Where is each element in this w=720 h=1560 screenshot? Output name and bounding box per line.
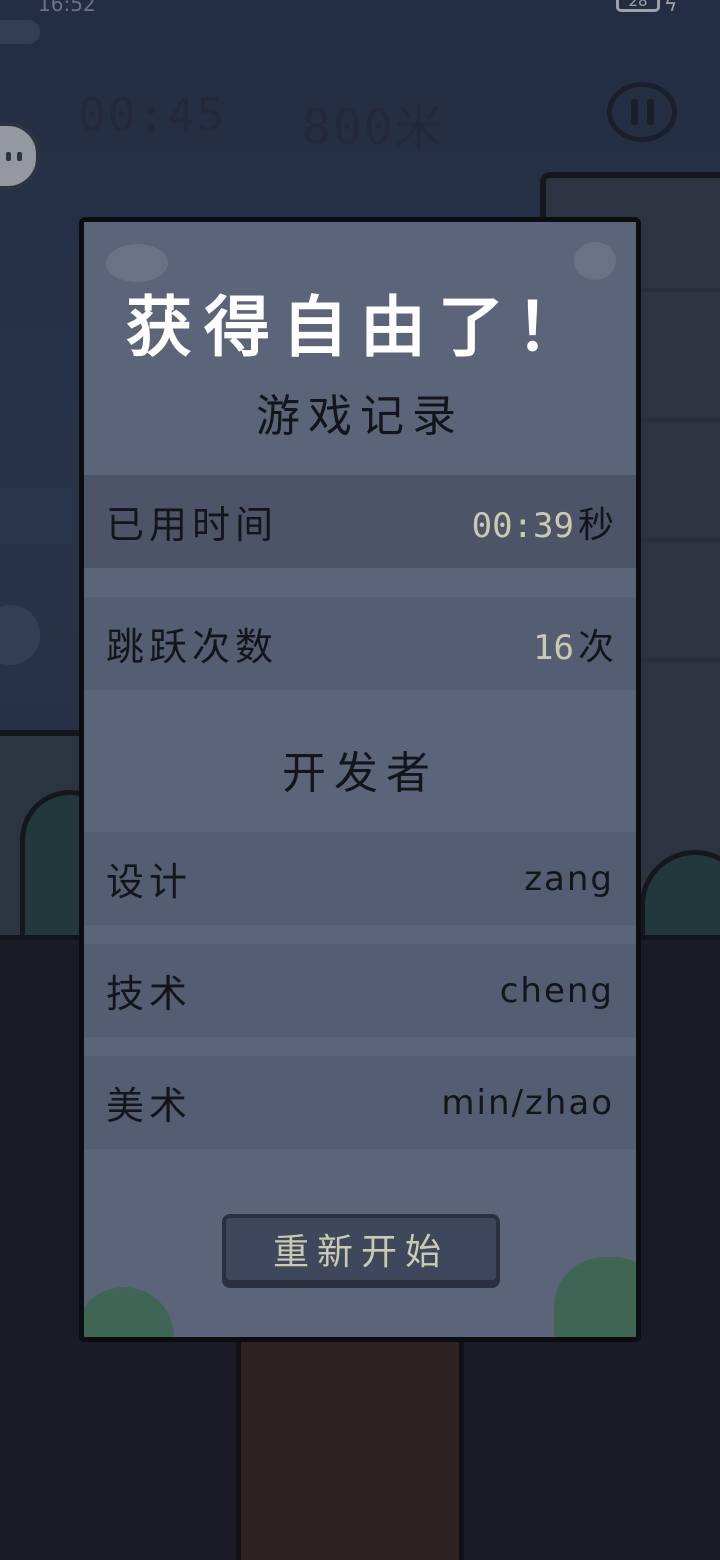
record-heading: 游戏记录 (256, 391, 464, 442)
developer-row-art: 美术 min/zhao (84, 1056, 636, 1149)
developer-heading: 开发者 (282, 748, 438, 799)
record-row-time: 已用时间 00:39 秒 (84, 475, 636, 568)
record-row-jumps: 跳跃次数 16 次 (84, 597, 636, 690)
developer-role: 技术 (106, 972, 193, 1016)
dialog-title: 获得自由了！ (126, 289, 594, 366)
record-unit: 秒 (577, 504, 614, 546)
developer-role: 设计 (106, 860, 193, 904)
developer-name: cheng (499, 970, 614, 1011)
result-dialog: 获得自由了！ 游戏记录 已用时间 00:39 秒 跳跃次数 16 次 开发者 设… (79, 217, 641, 1342)
grass-decoration (84, 1287, 174, 1337)
grass-decoration (554, 1257, 636, 1337)
record-value: 00:39 (471, 505, 574, 546)
record-label: 已用时间 (106, 503, 279, 547)
record-value: 16 (533, 627, 574, 668)
developer-name: min/zhao (441, 1082, 614, 1123)
record-label: 跳跃次数 (106, 625, 279, 669)
restart-button[interactable]: 重新开始 (222, 1214, 500, 1284)
developer-row-tech: 技术 cheng (84, 944, 636, 1037)
developer-row-design: 设计 zang (84, 832, 636, 925)
record-unit: 次 (577, 626, 614, 668)
developer-name: zang (524, 858, 614, 899)
developer-role: 美术 (106, 1084, 193, 1128)
